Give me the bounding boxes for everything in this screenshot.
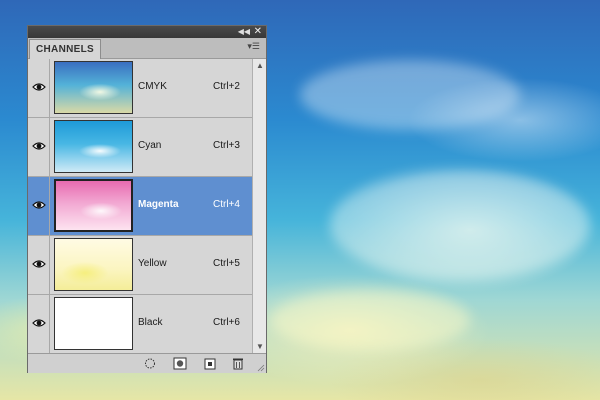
new-channel-icon[interactable] [203, 357, 217, 370]
channel-row-black[interactable]: Black Ctrl+6 [28, 295, 252, 354]
eye-icon[interactable] [32, 199, 46, 211]
eye-icon[interactable] [32, 140, 46, 152]
panel-menu-icon[interactable]: ▾☰ [247, 41, 260, 52]
visibility-toggle[interactable] [28, 118, 50, 176]
panel-tabbar: CHANNELS ▾☰ [28, 38, 266, 59]
channel-name: Black [138, 317, 163, 328]
channel-shortcut: Ctrl+3 [213, 140, 240, 151]
eye-icon[interactable] [32, 81, 46, 93]
channel-name: CMYK [138, 81, 167, 92]
cloud-background [270, 290, 470, 350]
tab-channels[interactable]: CHANNELS [29, 39, 101, 59]
cloud-background [300, 60, 520, 130]
channel-list: CMYK Ctrl+2 Cyan Ctrl+3 Magenta Ctrl+4 Y… [28, 59, 252, 354]
channel-name: Magenta [138, 199, 179, 210]
channel-thumbnail [54, 238, 133, 291]
visibility-toggle[interactable] [28, 177, 50, 235]
trash-icon[interactable] [231, 357, 245, 370]
eye-icon[interactable] [32, 258, 46, 270]
channel-row-cyan[interactable]: Cyan Ctrl+3 [28, 118, 252, 177]
visibility-toggle[interactable] [28, 295, 50, 353]
cloud-background [330, 170, 590, 280]
channel-name: Yellow [138, 258, 167, 269]
load-channel-as-selection-icon[interactable] [143, 357, 157, 370]
save-selection-as-channel-icon[interactable] [173, 357, 187, 370]
channel-row-yellow[interactable]: Yellow Ctrl+5 [28, 236, 252, 295]
channel-thumbnail [54, 297, 133, 350]
channel-thumbnail [54, 179, 133, 232]
close-icon[interactable]: ✕ [254, 26, 262, 38]
panel-footer [28, 353, 266, 373]
channel-shortcut: Ctrl+6 [213, 317, 240, 328]
resize-grip-icon[interactable] [257, 364, 265, 372]
visibility-toggle[interactable] [28, 236, 50, 294]
vertical-scrollbar[interactable]: ▲ ▼ [252, 59, 266, 353]
channel-shortcut: Ctrl+4 [213, 199, 240, 210]
channel-name: Cyan [138, 140, 162, 151]
channel-shortcut: Ctrl+2 [213, 81, 240, 92]
channel-thumbnail [54, 61, 133, 114]
panel-titlebar[interactable]: ◀◀ ✕ [28, 26, 266, 38]
channel-shortcut: Ctrl+5 [213, 258, 240, 269]
channel-row-cmyk[interactable]: CMYK Ctrl+2 [28, 59, 252, 118]
scroll-down-arrow-icon[interactable]: ▼ [256, 342, 264, 351]
visibility-toggle[interactable] [28, 59, 50, 117]
channel-row-magenta[interactable]: Magenta Ctrl+4 [28, 177, 252, 236]
eye-icon[interactable] [32, 317, 46, 329]
channels-panel: ◀◀ ✕ CHANNELS ▾☰ CMYK Ctrl+2 Cyan Ctrl+3… [27, 25, 267, 373]
scroll-up-arrow-icon[interactable]: ▲ [256, 61, 264, 70]
channel-thumbnail [54, 120, 133, 173]
double-chevron-icon[interactable]: ◀◀ [238, 26, 250, 38]
